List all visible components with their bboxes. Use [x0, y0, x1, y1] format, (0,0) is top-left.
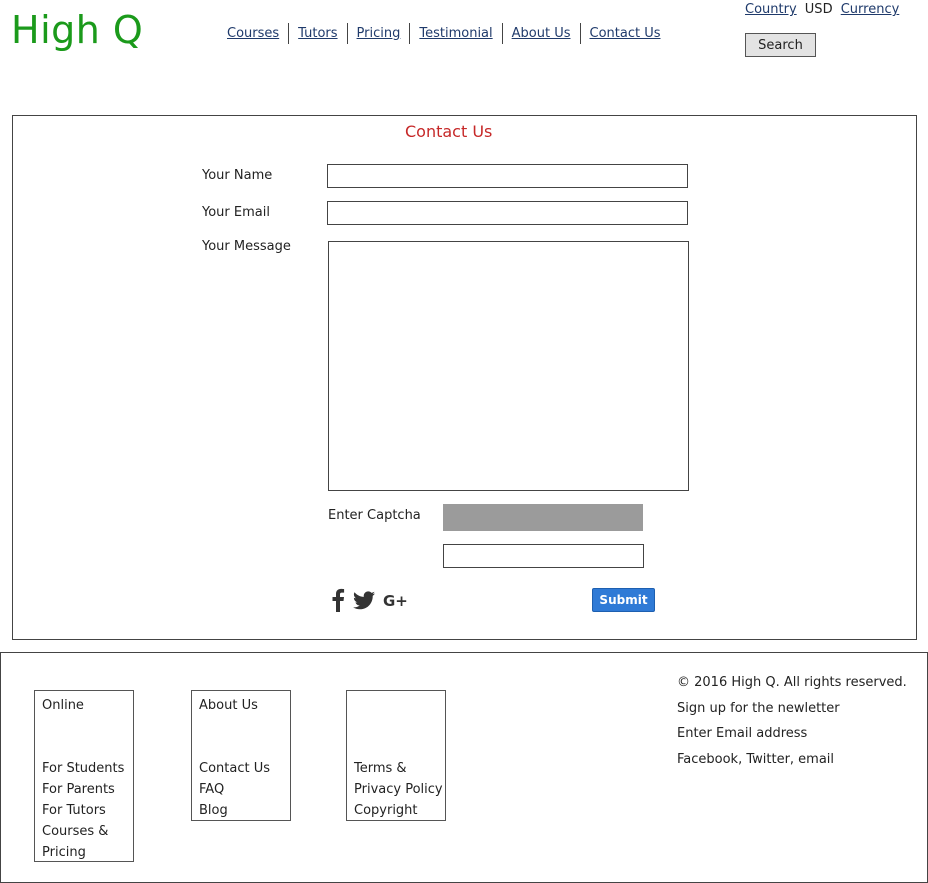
footer-link-privacy-policy[interactable]: Privacy Policy	[354, 779, 445, 800]
copyright-text: © 2016 High Q. All rights reserved.	[677, 675, 907, 690]
footer-link-for-parents[interactable]: For Parents	[42, 779, 133, 800]
footer-link-online[interactable]: Online	[42, 695, 133, 716]
captcha-label: Enter Captcha	[328, 508, 421, 523]
nav-about-us[interactable]: About Us	[503, 23, 581, 44]
nav-testimonial[interactable]: Testimonial	[410, 23, 503, 44]
footer-info: © 2016 High Q. All rights reserved. Sign…	[677, 670, 907, 772]
email-input[interactable]	[327, 201, 688, 225]
currency-value: USD	[804, 2, 833, 17]
footer-link-terms[interactable]: Terms &	[354, 758, 445, 779]
footer: Online For Students For Parents For Tuto…	[0, 652, 928, 883]
logo[interactable]: High Q	[11, 8, 143, 52]
locale-bar: Country USD Currency	[745, 2, 899, 17]
email-label: Your Email	[202, 205, 270, 220]
footer-link-contact-us[interactable]: Contact Us	[199, 758, 290, 779]
footer-link-courses-pricing-cont[interactable]: Pricing	[42, 842, 133, 863]
nav-pricing[interactable]: Pricing	[348, 23, 411, 44]
main-nav: Courses Tutors Pricing Testimonial About…	[218, 23, 670, 44]
footer-column-online: Online For Students For Parents For Tuto…	[34, 690, 134, 862]
footer-column-about: About Us Contact Us FAQ Blog	[191, 690, 291, 821]
google-plus-icon[interactable]: G+	[383, 592, 409, 608]
submit-button[interactable]: Submit	[592, 588, 655, 612]
twitter-icon[interactable]	[353, 590, 375, 610]
captcha-image	[443, 504, 643, 531]
nav-contact-us[interactable]: Contact Us	[581, 23, 670, 44]
footer-link-for-tutors[interactable]: For Tutors	[42, 800, 133, 821]
contact-title: Contact Us	[405, 122, 493, 141]
svg-text:G+: G+	[383, 592, 408, 608]
captcha-input[interactable]	[443, 544, 644, 568]
facebook-icon[interactable]	[331, 588, 345, 612]
email-prompt-text[interactable]: Enter Email address	[677, 721, 907, 747]
country-link[interactable]: Country	[745, 2, 797, 17]
social-links: G+	[331, 588, 409, 612]
footer-link-for-students[interactable]: For Students	[42, 758, 133, 779]
message-textarea[interactable]	[328, 241, 689, 491]
name-input[interactable]	[327, 164, 688, 188]
name-label: Your Name	[202, 168, 273, 183]
social-text[interactable]: Facebook, Twitter, email	[677, 747, 907, 773]
nav-tutors[interactable]: Tutors	[289, 23, 348, 44]
footer-link-copyright[interactable]: Copyright	[354, 800, 445, 821]
footer-link-courses-pricing[interactable]: Courses &	[42, 821, 133, 842]
search-button[interactable]: Search	[745, 33, 816, 57]
footer-link-blog[interactable]: Blog	[199, 800, 290, 821]
footer-column-heading	[354, 695, 445, 716]
newsletter-text[interactable]: Sign up for the newletter	[677, 696, 907, 722]
footer-link-about-us[interactable]: About Us	[199, 695, 290, 716]
footer-column-legal: Terms & Privacy Policy Copyright	[346, 690, 446, 821]
nav-courses[interactable]: Courses	[218, 23, 290, 44]
currency-link[interactable]: Currency	[841, 2, 900, 17]
message-label: Your Message	[202, 239, 291, 254]
footer-link-faq[interactable]: FAQ	[199, 779, 290, 800]
contact-form: Contact Us Your Name Your Email Your Mes…	[12, 115, 917, 640]
